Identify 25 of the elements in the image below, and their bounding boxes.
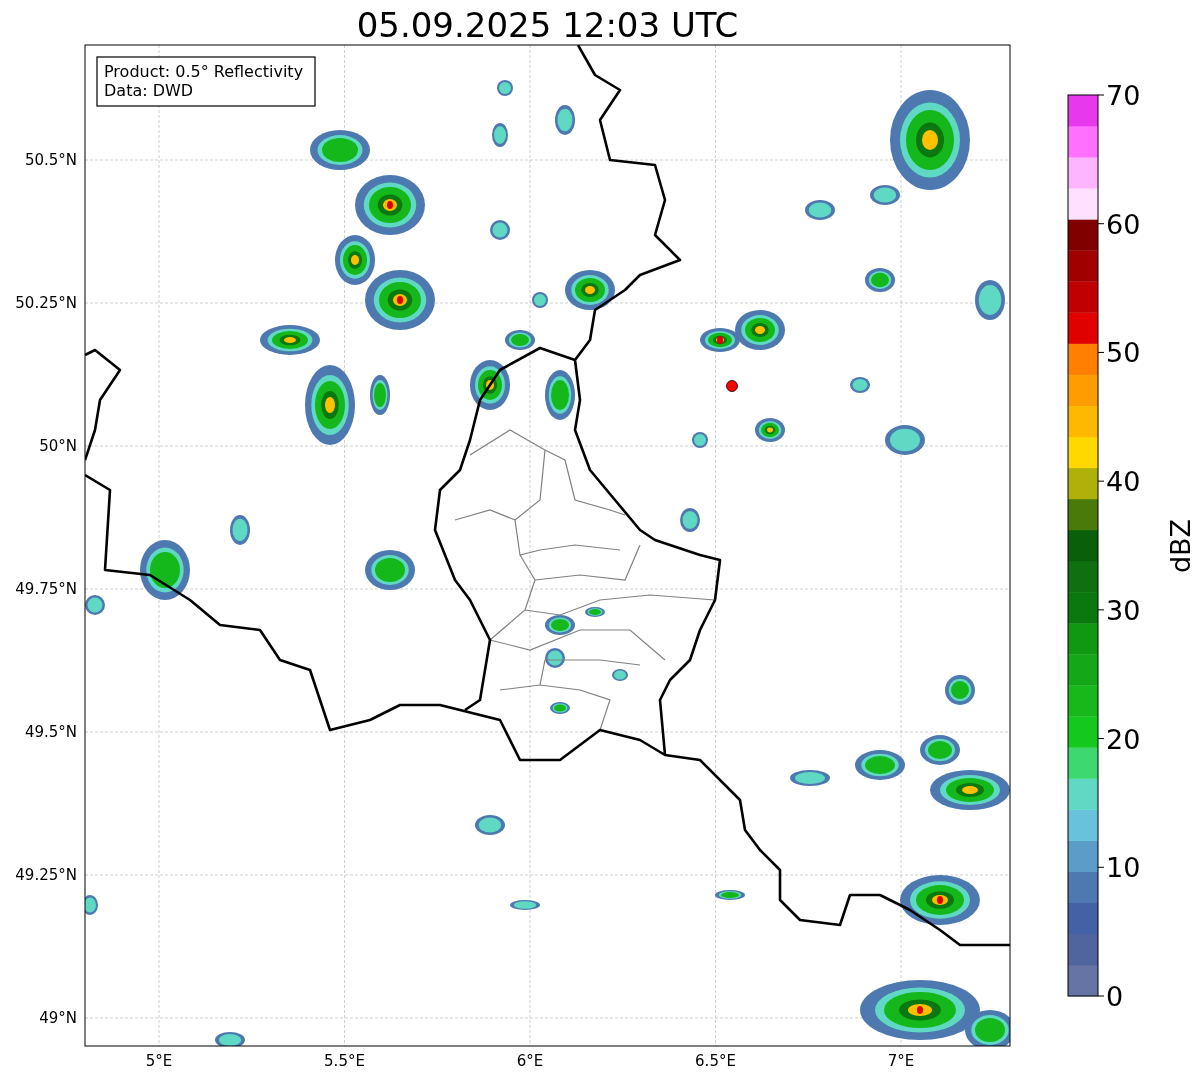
legend-text: Product: 0.5° Reflectivity <box>104 62 304 81</box>
colorbar-tick-label: 30 <box>1106 594 1141 626</box>
colorbar-label: dBZ <box>1165 518 1196 574</box>
legend-text: Data: DWD <box>104 81 194 100</box>
latitude-tick-label: 49.75°N <box>15 580 77 598</box>
colorbar-tick-label: 50 <box>1106 337 1141 369</box>
longitude-tick-label: 7°E <box>887 1052 915 1070</box>
colorbar-tick-label: 60 <box>1106 208 1141 240</box>
longitude-tick-label: 5.5°E <box>324 1052 365 1070</box>
longitude-tick-label: 6°E <box>516 1052 544 1070</box>
figure-title: 05.09.2025 12:03 UTC <box>356 5 739 45</box>
longitude-tick-label: 6.5°E <box>695 1052 736 1070</box>
latitude-tick-label: 50.5°N <box>24 151 77 169</box>
latitude-tick-label: 49.25°N <box>15 866 77 884</box>
colorbar-tick-label: 20 <box>1106 723 1141 755</box>
latitude-tick-label: 49.5°N <box>24 723 77 741</box>
colorbar-tick-label: 70 <box>1106 80 1141 111</box>
colorbar-tick-label: 40 <box>1106 466 1141 498</box>
longitude-tick-label: 5°E <box>145 1052 173 1070</box>
latitude-tick-label: 50.25°N <box>15 294 77 312</box>
latitude-tick-label: 49°N <box>39 1009 77 1027</box>
latitude-tick-label: 50°N <box>39 437 77 455</box>
radar-site-marker <box>726 380 738 392</box>
colorbar-tick-label: 10 <box>1106 852 1141 884</box>
colorbar-tick-label: 0 <box>1106 981 1124 1012</box>
